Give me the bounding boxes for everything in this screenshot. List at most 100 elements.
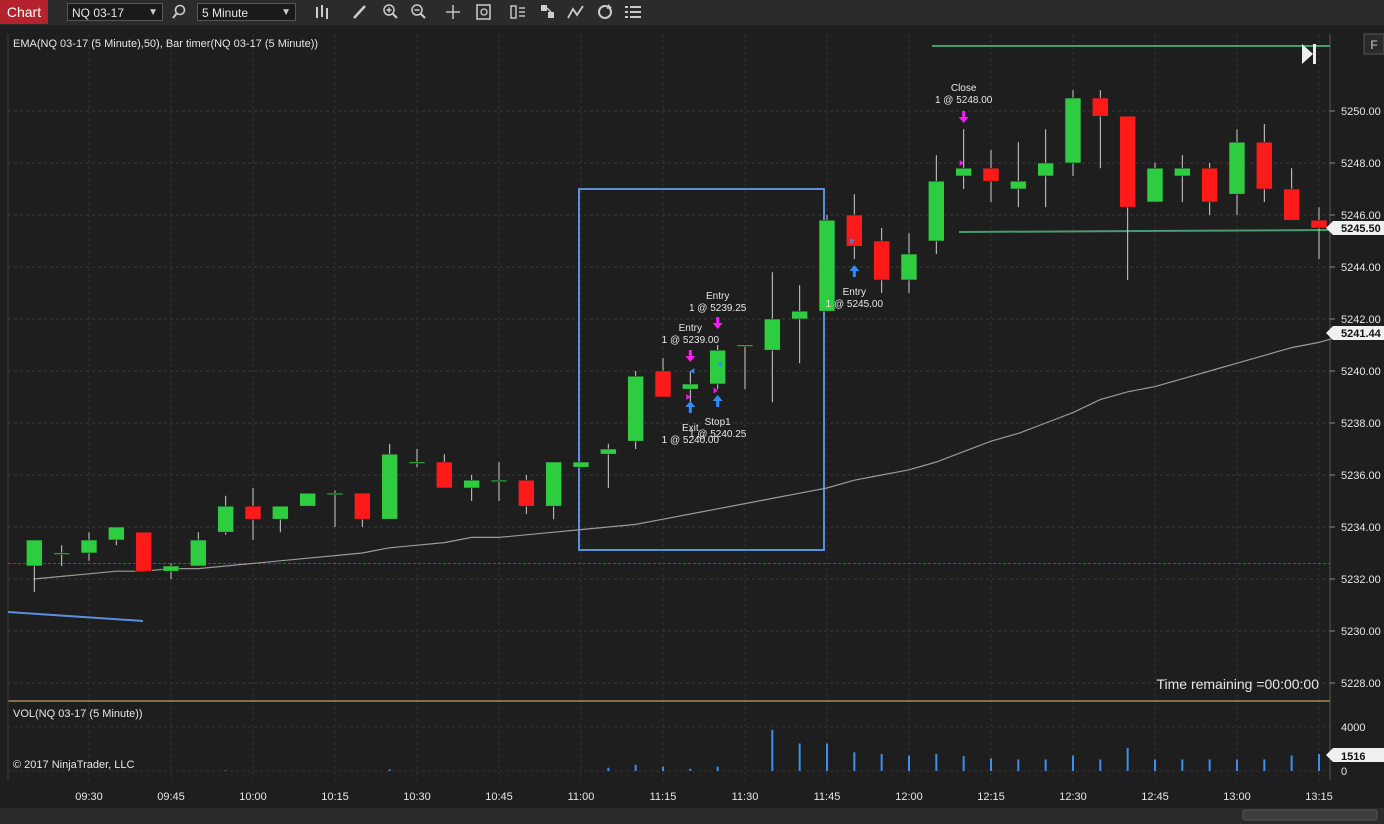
horizontal-scrollbar-thumb[interactable] [1242,809,1378,821]
candle-body[interactable] [1228,141,1246,195]
chart-trader-icon[interactable] [508,3,528,21]
time-tick-label: 09:45 [157,791,185,803]
volume-tick-label: 0 [1341,766,1347,778]
trade-label-entry-2: Entry [706,291,729,302]
trade-label-entry-3: 1 @ 5245.00 [826,299,884,310]
candle-body[interactable] [436,461,453,489]
trade-label-entry-1: 1 @ 5239.00 [662,335,720,346]
candle-body[interactable] [1092,97,1109,117]
time-tick-label: 12:45 [1141,791,1169,803]
instrument-selector[interactable]: NQ 03-17 ▼ [67,3,163,21]
candle-body[interactable] [818,219,836,312]
price-tick-label: 5238.00 [1341,418,1381,430]
candle-body[interactable] [381,453,398,520]
ema-price-label: 5241.44 [1341,328,1382,340]
strategies-icon[interactable] [538,3,558,21]
candle-body[interactable] [408,461,426,464]
candle-body[interactable] [108,526,125,541]
candle-body[interactable] [272,505,289,520]
candle-body[interactable] [1146,167,1164,203]
candle-body[interactable] [1283,188,1300,221]
horizontal-scrollbar-track[interactable] [0,808,1384,824]
candle-body[interactable] [955,167,972,177]
price-tick-label: 5228.00 [1341,678,1381,690]
time-tick-label: 10:00 [239,791,267,803]
price-tick-label: 5234.00 [1341,522,1381,534]
trade-label-stop1: Stop1 [705,417,732,428]
candle-body[interactable] [26,539,43,567]
indicator-label: EMA(NQ 03-17 (5 Minute),50), Bar timer(N… [13,38,318,50]
candle-body[interactable] [928,180,945,242]
time-tick-label: 09:30 [75,791,103,803]
candle-body[interactable] [1037,162,1054,177]
chevron-down-icon: ▼ [148,7,158,18]
candle-body[interactable] [53,552,70,555]
candle-body[interactable] [682,383,699,390]
trade-label-close: 1 @ 5248.00 [935,95,993,106]
candle-body[interactable] [736,344,754,347]
candle-body[interactable] [490,479,508,483]
candle-body[interactable] [1174,167,1191,177]
properties-icon[interactable] [623,3,643,21]
candle-body[interactable] [982,167,1000,182]
reload-icon[interactable] [595,3,615,21]
candle-body[interactable] [1310,219,1328,229]
price-tick-label: 5242.00 [1341,314,1381,326]
candle-body[interactable] [463,479,480,489]
chart-toolbar: Chart NQ 03-17 ▼ 5 Minute ▼ [0,0,1384,26]
candle-body[interactable] [545,461,562,507]
chevron-down-icon: ▼ [281,7,291,18]
candle-body[interactable] [190,539,207,567]
trade-label-entry-3: Entry [843,287,866,298]
zoom-in-icon[interactable] [381,3,401,21]
indicators-icon[interactable] [566,3,586,21]
candle-body[interactable] [654,370,672,398]
volume-panel-label: VOL(NQ 03-17 (5 Minute)) [13,708,143,720]
candle-body[interactable] [326,492,344,496]
crosshair-icon[interactable] [443,3,463,21]
candle-body[interactable] [217,505,234,533]
candle-body[interactable] [709,349,726,385]
price-tick-label: 5244.00 [1341,262,1381,274]
candle-body[interactable] [354,492,371,520]
candle-body[interactable] [1064,97,1082,164]
candle-body[interactable] [518,479,535,507]
candle-body[interactable] [1010,180,1027,190]
data-box-icon[interactable] [474,3,494,21]
trade-label-entry-1: Entry [679,323,702,334]
candle-body[interactable] [764,318,781,351]
trade-label-close: Close [951,83,977,94]
candle-body[interactable] [627,375,644,442]
chart-tab[interactable]: Chart [0,0,48,24]
draw-pencil-icon[interactable] [350,3,370,21]
time-tick-label: 10:15 [321,791,349,803]
candle-body[interactable] [299,492,316,507]
interval-selector[interactable]: 5 Minute ▼ [197,3,296,21]
candle-body[interactable] [600,448,617,455]
candle-body[interactable] [1201,167,1218,203]
current-price-marker: 5245.50 [1326,221,1384,235]
candle-body[interactable] [162,565,180,572]
instrument-value: NQ 03-17 [72,6,125,20]
time-tick-label: 12:00 [895,791,923,803]
time-tick-label: 10:45 [485,791,513,803]
candle-body[interactable] [572,461,590,468]
candle-body[interactable] [846,214,863,247]
time-tick-label: 11:30 [732,791,759,803]
candle-body[interactable] [873,240,890,281]
zoom-out-icon[interactable] [409,3,429,21]
candle-body[interactable] [791,310,808,320]
bar-type-icon[interactable] [313,3,333,21]
candle-body[interactable] [135,531,152,572]
price-tick-label: 5230.00 [1341,626,1381,638]
candle-body[interactable] [80,539,98,554]
chart-area[interactable]: 5250.00 5248.00 5246.00 5244.00 5242.00 5240.… [0,25,1384,824]
candle-body[interactable] [900,253,918,281]
ema-price-marker: 5241.44 [1326,326,1384,340]
candle-body[interactable] [244,505,262,520]
candle-body[interactable] [1119,115,1136,208]
search-icon[interactable] [170,3,190,21]
panel-f-button-label: F [1370,38,1377,52]
time-tick-label: 11:00 [568,791,595,803]
candle-body[interactable] [1256,141,1273,190]
